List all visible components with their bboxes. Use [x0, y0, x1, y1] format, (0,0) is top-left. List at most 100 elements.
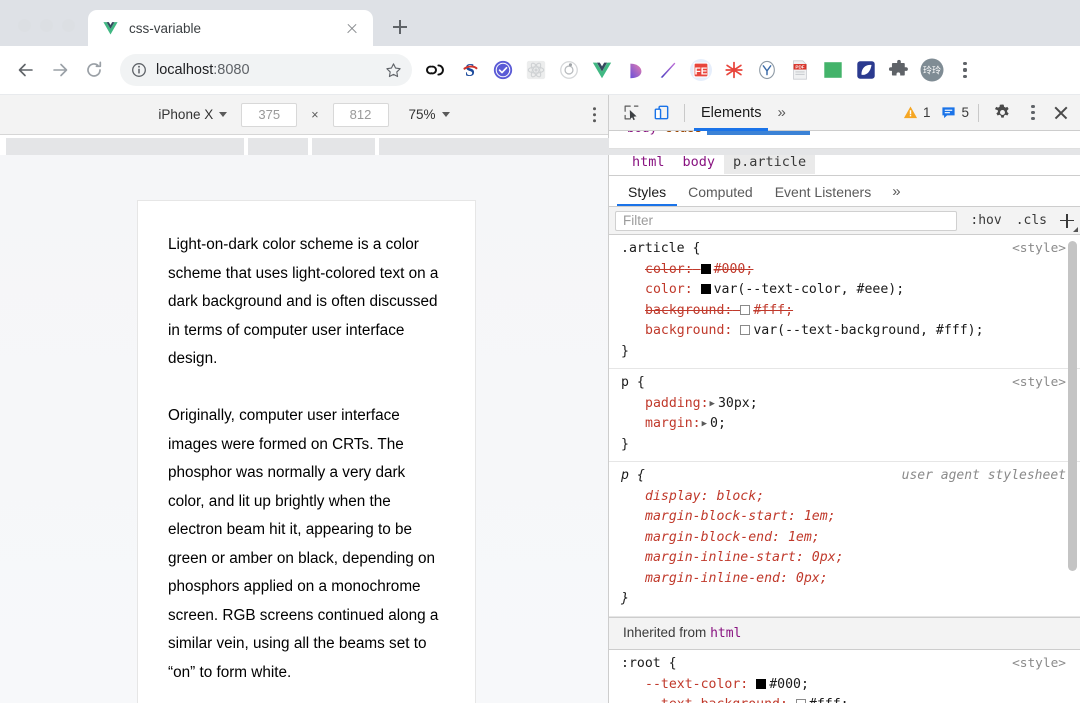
xmind-extension[interactable]: [717, 54, 750, 87]
vue-devtools-extension[interactable]: [585, 54, 618, 87]
declaration-value[interactable]: 0: [710, 416, 718, 431]
pen-extension[interactable]: [651, 54, 684, 87]
device-height-input[interactable]: 812: [332, 102, 389, 127]
declaration-property[interactable]: background: [645, 303, 724, 318]
declaration[interactable]: --text-background: #fff;: [621, 695, 1066, 703]
bookmark-star-icon[interactable]: [382, 59, 404, 81]
cls-toggle-button[interactable]: .cls: [1009, 213, 1054, 228]
orbit-extension[interactable]: [552, 54, 585, 87]
new-style-rule-button[interactable]: [1054, 208, 1080, 234]
viewport-ruler[interactable]: [0, 135, 1080, 155]
declaration[interactable]: background: var(--text-background, #fff)…: [621, 321, 1066, 342]
tab-elements[interactable]: Elements: [694, 95, 769, 131]
rule-selector[interactable]: p {: [621, 373, 645, 394]
color-swatch-icon[interactable]: [740, 325, 751, 335]
puzzle-extensions-icon[interactable]: [882, 54, 915, 87]
svg-text:玲玲: 玲玲: [922, 65, 940, 77]
forward-button[interactable]: [44, 54, 76, 86]
minimize-window-button[interactable]: [40, 19, 53, 32]
more-panels-button[interactable]: »: [770, 104, 792, 121]
inspect-element-icon[interactable]: [617, 99, 645, 127]
declaration-value[interactable]: #000: [714, 262, 746, 277]
browser-menu-button[interactable]: [952, 55, 978, 85]
close-devtools-button[interactable]: [1048, 100, 1074, 126]
check-badge-extension[interactable]: [486, 54, 519, 87]
declaration-value[interactable]: #fff: [753, 303, 785, 318]
declaration-property[interactable]: --text-background: [645, 697, 780, 703]
device-more-options-button[interactable]: [592, 106, 596, 123]
blue-book-extension[interactable]: [849, 54, 882, 87]
pdf-js-extension[interactable]: PDF: [783, 54, 816, 87]
style-rule-root[interactable]: :root { <style> --text-color: #000; --te…: [609, 650, 1080, 703]
rule-selector[interactable]: .article {: [621, 239, 700, 260]
declaration-property[interactable]: padding: [645, 396, 701, 411]
device-width-input[interactable]: 375: [241, 102, 298, 127]
declaration-property[interactable]: --text-color: [645, 677, 740, 692]
declaration-value[interactable]: var(--text-color, #eee): [714, 282, 897, 297]
color-swatch-icon[interactable]: [756, 678, 767, 689]
browser-tab[interactable]: css-variable: [88, 10, 373, 46]
hov-toggle-button[interactable]: :hov: [963, 213, 1008, 228]
yandex-y-extension[interactable]: [750, 54, 783, 87]
maximize-window-button[interactable]: [62, 19, 75, 32]
expand-triangle-icon[interactable]: ▶: [702, 414, 707, 435]
rule-origin[interactable]: <style>: [1012, 239, 1066, 260]
infinity-loop-extension[interactable]: [420, 54, 453, 87]
rule-selector[interactable]: :root {: [621, 654, 677, 675]
device-viewport[interactable]: Light-on-dark color scheme is a color sc…: [0, 155, 608, 703]
style-rule-article[interactable]: .article { <style> color: #000; color: v…: [609, 235, 1080, 369]
close-tab-button[interactable]: [341, 17, 363, 39]
style-rule-p-user-agent[interactable]: p { user agent stylesheet display: block…: [609, 462, 1080, 617]
message-badge[interactable]: 5: [941, 105, 969, 120]
declaration[interactable]: padding:▶ 30px;: [621, 394, 1066, 415]
devtools-more-button[interactable]: [1020, 98, 1046, 128]
declaration-property[interactable]: margin: [645, 416, 693, 431]
device-zoom-select[interactable]: 75%: [409, 107, 450, 122]
kebab-dot: [592, 112, 596, 117]
declaration[interactable]: background: #fff;: [621, 301, 1066, 322]
sogou-s-extension[interactable]: S: [453, 54, 486, 87]
inherited-source[interactable]: html: [710, 626, 741, 641]
declaration[interactable]: margin:▶ 0;: [621, 414, 1066, 435]
more-style-tabs-button[interactable]: »: [882, 183, 910, 206]
fe-extension[interactable]: FE: [684, 54, 717, 87]
toggle-device-toolbar-icon[interactable]: [647, 99, 675, 127]
react-devtools-extension[interactable]: [519, 54, 552, 87]
styles-scrollbar[interactable]: [1068, 241, 1077, 571]
address-bar[interactable]: localhost:8080: [120, 54, 412, 86]
style-rule-p-author[interactable]: p { <style> padding:▶ 30px; margin:▶ 0; }: [609, 369, 1080, 462]
color-swatch-icon[interactable]: [740, 304, 751, 315]
rule-origin[interactable]: <style>: [1012, 373, 1066, 394]
declaration-value[interactable]: var(--text-background, #fff): [753, 323, 975, 338]
color-swatch-icon[interactable]: [700, 284, 711, 294]
lingling-avatar[interactable]: 玲玲: [915, 54, 948, 87]
settings-gear-icon[interactable]: [988, 99, 1016, 127]
tab-event-listeners[interactable]: Event Listeners: [764, 184, 883, 206]
color-swatch-icon[interactable]: [795, 699, 806, 703]
declaration-value[interactable]: 30px: [718, 396, 750, 411]
rule-origin[interactable]: <style>: [1012, 654, 1066, 675]
declaration-property[interactable]: color: [645, 282, 685, 297]
color-swatch-icon[interactable]: [700, 263, 711, 274]
dom-tree-sliver[interactable]: ▼ body class: [609, 131, 1080, 149]
declaration[interactable]: --text-color: #000;: [621, 675, 1066, 696]
gradient-leaf-extension[interactable]: [618, 54, 651, 87]
declaration-property[interactable]: color: [645, 262, 685, 277]
declaration[interactable]: color: #000;: [621, 260, 1066, 281]
styles-rules-list[interactable]: .article { <style> color: #000; color: v…: [609, 235, 1080, 703]
declaration[interactable]: color: var(--text-color, #eee);: [621, 280, 1066, 301]
warning-badge[interactable]: 1: [903, 105, 930, 120]
reload-button[interactable]: [78, 54, 110, 86]
declaration-value[interactable]: #fff: [809, 697, 841, 703]
tab-computed[interactable]: Computed: [677, 184, 764, 206]
declaration-property[interactable]: background: [645, 323, 724, 338]
tab-styles[interactable]: Styles: [617, 184, 678, 206]
close-window-button[interactable]: [18, 19, 31, 32]
styles-filter-input[interactable]: Filter: [615, 210, 958, 231]
declaration-value[interactable]: #000: [769, 677, 801, 692]
device-select[interactable]: iPhone X: [158, 107, 228, 122]
green-square-extension[interactable]: [816, 54, 849, 87]
back-button[interactable]: [10, 54, 42, 86]
new-tab-button[interactable]: [385, 12, 415, 42]
expand-triangle-icon[interactable]: ▶: [710, 394, 715, 415]
